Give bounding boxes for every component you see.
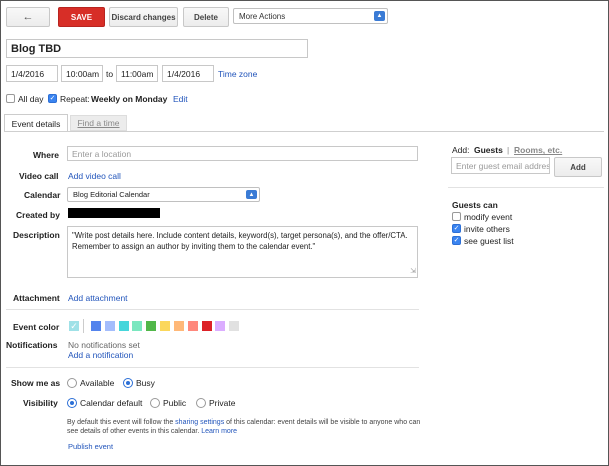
color-swatch[interactable] bbox=[132, 321, 142, 331]
attachment-label: Attachment bbox=[13, 293, 60, 303]
back-button[interactable]: ← bbox=[6, 7, 50, 27]
chevron-updown-icon: ▲ bbox=[374, 11, 385, 21]
tab-event-details-label: Event details bbox=[11, 118, 61, 129]
where-label: Where bbox=[33, 150, 59, 160]
end-time-input[interactable]: 11:00am bbox=[116, 65, 158, 82]
color-swatch[interactable] bbox=[160, 321, 170, 331]
chevron-updown-icon: ▲ bbox=[246, 190, 257, 199]
guests-divider bbox=[448, 187, 604, 188]
event-title-input[interactable]: Blog TBD bbox=[6, 39, 308, 58]
description-text: "Write post details here. Include conten… bbox=[72, 231, 408, 251]
rooms-tab[interactable]: Rooms, etc. bbox=[514, 145, 562, 155]
tab-event-details[interactable]: Event details bbox=[4, 114, 68, 132]
calendar-default-label: Calendar default bbox=[80, 398, 143, 408]
section-divider bbox=[6, 367, 419, 368]
color-swatch[interactable] bbox=[188, 321, 198, 331]
see-guest-list-label: see guest list bbox=[464, 236, 514, 246]
timezone-link[interactable]: Time zone bbox=[218, 69, 257, 79]
visibility-note: By default this event will follow the sh… bbox=[67, 418, 422, 436]
all-day-label: All day bbox=[18, 94, 44, 104]
all-day-checkbox[interactable] bbox=[6, 94, 15, 103]
guests-tab[interactable]: Guests bbox=[474, 145, 503, 155]
color-swatch-selected[interactable]: ✓ bbox=[69, 321, 79, 331]
color-swatch[interactable] bbox=[146, 321, 156, 331]
add-attachment-link[interactable]: Add attachment bbox=[68, 293, 128, 303]
arrow-left-icon: ← bbox=[22, 11, 34, 23]
show-me-as-label: Show me as bbox=[11, 378, 61, 388]
resize-handle-icon[interactable]: ⇲ bbox=[410, 267, 416, 278]
event-color-label: Event color bbox=[13, 322, 60, 332]
calendar-label: Calendar bbox=[24, 190, 61, 200]
tab-find-a-time[interactable]: Find a time bbox=[70, 115, 127, 131]
busy-label: Busy bbox=[136, 378, 155, 388]
add-video-call-link[interactable]: Add video call bbox=[68, 171, 121, 181]
end-date-input[interactable]: 1/4/2016 bbox=[162, 65, 214, 82]
private-radio[interactable] bbox=[196, 398, 206, 408]
color-swatch[interactable] bbox=[202, 321, 212, 331]
color-swatch[interactable] bbox=[91, 321, 101, 331]
visibility-note-text-1: By default this event will follow the bbox=[67, 419, 176, 426]
more-actions-dropdown[interactable]: More Actions ▲ bbox=[233, 8, 388, 24]
color-swatch[interactable] bbox=[229, 321, 239, 331]
sharing-settings-link[interactable]: sharing settings bbox=[175, 419, 224, 426]
modify-event-checkbox[interactable] bbox=[452, 212, 461, 221]
start-time-input[interactable]: 10:00am bbox=[61, 65, 103, 82]
color-swatch[interactable] bbox=[174, 321, 184, 331]
description-textarea[interactable]: "Write post details here. Include conten… bbox=[67, 226, 418, 278]
visibility-label: Visibility bbox=[23, 398, 58, 408]
private-label: Private bbox=[209, 398, 236, 408]
delete-button[interactable]: Delete bbox=[183, 7, 229, 27]
public-radio[interactable] bbox=[150, 398, 160, 408]
guest-email-placeholder: Enter guest email addres bbox=[456, 160, 550, 171]
invite-others-label: invite others bbox=[464, 224, 510, 234]
discard-changes-button[interactable]: Discard changes bbox=[109, 7, 178, 27]
calendar-select-value: Blog Editorial Calendar bbox=[73, 190, 150, 199]
tab-find-a-time-label: Find a time bbox=[77, 118, 120, 128]
color-swatch[interactable] bbox=[215, 321, 225, 331]
modify-event-label: modify event bbox=[464, 212, 513, 222]
color-swatch[interactable] bbox=[105, 321, 115, 331]
where-placeholder: Enter a location bbox=[72, 148, 132, 159]
publish-event-link[interactable]: Publish event bbox=[68, 442, 113, 451]
swatch-separator bbox=[83, 319, 84, 333]
invite-others-checkbox[interactable]: ✓ bbox=[452, 224, 461, 233]
section-divider bbox=[6, 309, 419, 310]
tab-divider bbox=[4, 131, 604, 132]
start-date-input[interactable]: 1/4/2016 bbox=[6, 65, 58, 82]
learn-more-link[interactable]: Learn more bbox=[201, 428, 237, 435]
guest-email-input[interactable]: Enter guest email addres bbox=[451, 157, 550, 174]
available-label: Available bbox=[80, 378, 115, 388]
busy-radio[interactable] bbox=[123, 378, 133, 388]
creator-redacted bbox=[68, 208, 160, 218]
calendar-default-radio[interactable] bbox=[67, 398, 77, 408]
created-by-label: Created by bbox=[16, 210, 60, 220]
where-input[interactable]: Enter a location bbox=[67, 146, 418, 161]
more-actions-label: More Actions bbox=[239, 11, 286, 21]
to-label: to bbox=[106, 69, 114, 79]
see-guest-list-checkbox[interactable]: ✓ bbox=[452, 236, 461, 245]
video-call-label: Video call bbox=[19, 171, 59, 181]
tab-separator: | bbox=[507, 145, 510, 155]
calendar-select[interactable]: Blog Editorial Calendar ▲ bbox=[67, 187, 260, 202]
repeat-edit-link[interactable]: Edit bbox=[173, 94, 188, 104]
repeat-value: Weekly on Monday bbox=[91, 94, 168, 104]
color-swatch[interactable] bbox=[119, 321, 129, 331]
save-button[interactable]: SAVE bbox=[58, 7, 105, 27]
available-radio[interactable] bbox=[67, 378, 77, 388]
repeat-checkbox[interactable]: ✓ bbox=[48, 94, 57, 103]
check-icon: ✓ bbox=[70, 321, 78, 331]
notifications-label: Notifications bbox=[6, 340, 58, 350]
description-label: Description bbox=[13, 230, 60, 240]
add-guest-button[interactable]: Add bbox=[554, 157, 602, 177]
notifications-empty-text: No notifications set bbox=[68, 340, 140, 350]
guests-can-label: Guests can bbox=[452, 200, 498, 210]
public-label: Public bbox=[163, 398, 187, 408]
add-guests-label: Add: bbox=[452, 145, 470, 155]
repeat-label: Repeat: bbox=[60, 94, 90, 104]
add-notification-link[interactable]: Add a notification bbox=[68, 350, 133, 360]
